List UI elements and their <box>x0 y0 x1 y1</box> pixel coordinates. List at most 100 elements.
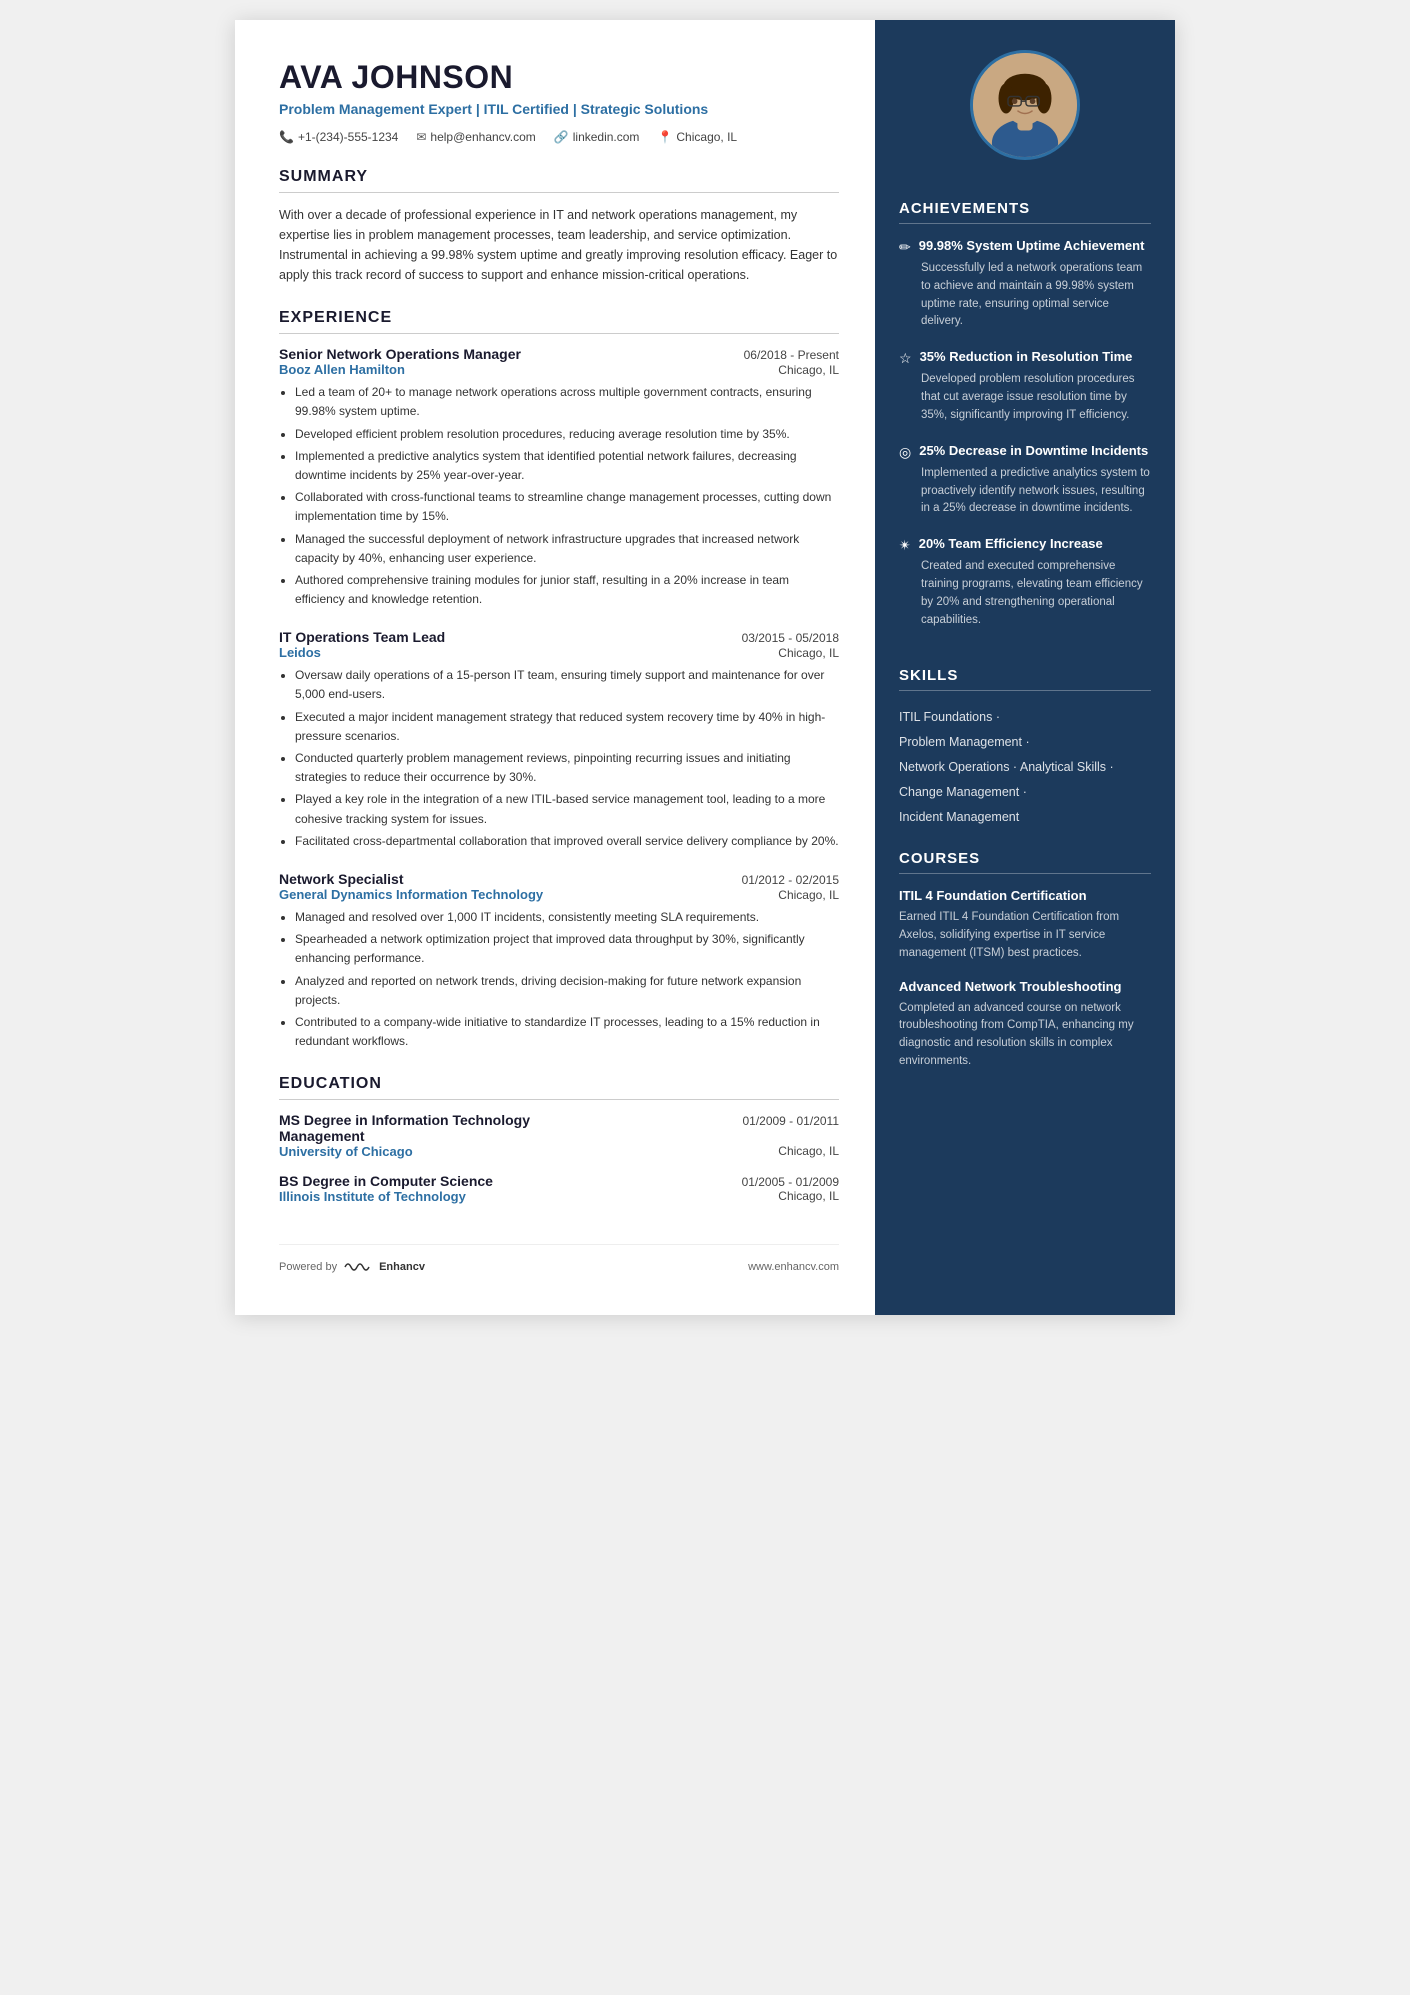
achievement-4: ✴ 20% Team Efficiency Increase Created a… <box>899 536 1151 629</box>
bullet: Contributed to a company-wide initiative… <box>295 1013 839 1051</box>
experience-divider <box>279 333 839 334</box>
job-item-1: Senior Network Operations Manager 06/201… <box>279 346 839 609</box>
avatar <box>970 50 1080 160</box>
job-company-2: Leidos <box>279 645 321 660</box>
job-date-1: 06/2018 - Present <box>744 348 839 362</box>
achievements-section: ACHIEVEMENTS ✏ 99.98% System Uptime Achi… <box>875 180 1175 647</box>
skill-item: Network Operations · Analytical Skills · <box>899 755 1151 780</box>
summary-divider <box>279 192 839 193</box>
edu-degree-2: BS Degree in Computer Science <box>279 1173 493 1189</box>
achievement-header-1: ✏ 99.98% System Uptime Achievement <box>899 238 1151 256</box>
edu-date-1: 01/2009 - 01/2011 <box>742 1114 839 1128</box>
bullet: Developed efficient problem resolution p… <box>295 425 839 444</box>
achievement-icon-3: ◎ <box>899 444 911 461</box>
bullet: Analyzed and reported on network trends,… <box>295 972 839 1010</box>
phone-text: +1-(234)-555-1234 <box>298 130 398 144</box>
job-location-1: Chicago, IL <box>778 363 839 377</box>
course-2: Advanced Network Troubleshooting Complet… <box>899 979 1151 1071</box>
phone-icon: 📞 <box>279 130 294 144</box>
job-title-2: IT Operations Team Lead <box>279 629 445 645</box>
bullet: Led a team of 20+ to manage network oper… <box>295 383 839 421</box>
job-company-row-1: Booz Allen Hamilton Chicago, IL <box>279 362 839 377</box>
skill-item: Incident Management <box>899 805 1151 830</box>
skill-item: ITIL Foundations · <box>899 705 1151 730</box>
phone-item: 📞 +1-(234)-555-1234 <box>279 130 398 144</box>
powered-by-text: Powered by <box>279 1261 337 1273</box>
job-title-1: Senior Network Operations Manager <box>279 346 521 362</box>
achievement-header-4: ✴ 20% Team Efficiency Increase <box>899 536 1151 554</box>
location-item: 📍 Chicago, IL <box>657 130 737 144</box>
candidate-name: AVA JOHNSON <box>279 60 839 95</box>
candidate-subtitle: Problem Management Expert | ITIL Certifi… <box>279 99 839 120</box>
course-title-2: Advanced Network Troubleshooting <box>899 979 1151 996</box>
achievements-title: ACHIEVEMENTS <box>899 200 1151 217</box>
job-date-2: 03/2015 - 05/2018 <box>742 631 839 645</box>
achievement-icon-1: ✏ <box>899 239 911 256</box>
brand-name: Enhancv <box>379 1261 425 1273</box>
skills-divider <box>899 690 1151 691</box>
job-item-2: IT Operations Team Lead 03/2015 - 05/201… <box>279 629 839 851</box>
job-header-3: Network Specialist 01/2012 - 02/2015 <box>279 871 839 887</box>
enhancv-logo-svg <box>343 1259 373 1275</box>
edu-school-1: University of Chicago <box>279 1144 413 1159</box>
bullet: Authored comprehensive training modules … <box>295 571 839 609</box>
job-company-1: Booz Allen Hamilton <box>279 362 405 377</box>
summary-section-title: SUMMARY <box>279 168 839 186</box>
experience-section-title: EXPERIENCE <box>279 309 839 327</box>
achievement-1: ✏ 99.98% System Uptime Achievement Succe… <box>899 238 1151 331</box>
job-bullets-3: Managed and resolved over 1,000 IT incid… <box>279 908 839 1051</box>
achievement-title-2: 35% Reduction in Resolution Time <box>920 349 1133 366</box>
bullet: Implemented a predictive analytics syste… <box>295 447 839 485</box>
bullet: Managed the successful deployment of net… <box>295 530 839 568</box>
footer-website: www.enhancv.com <box>748 1261 839 1273</box>
course-desc-1: Earned ITIL 4 Foundation Certification f… <box>899 909 1151 962</box>
bullet: Oversaw daily operations of a 15-person … <box>295 666 839 704</box>
job-title-3: Network Specialist <box>279 871 404 887</box>
email-icon: ✉ <box>416 130 426 144</box>
bullet: Facilitated cross-departmental collabora… <box>295 832 839 851</box>
job-bullets-2: Oversaw daily operations of a 15-person … <box>279 666 839 851</box>
job-bullets-1: Led a team of 20+ to manage network oper… <box>279 383 839 609</box>
left-column: AVA JOHNSON Problem Management Expert | … <box>235 20 875 1315</box>
achievement-desc-2: Developed problem resolution procedures … <box>921 371 1151 424</box>
achievement-2: ☆ 35% Reduction in Resolution Time Devel… <box>899 349 1151 424</box>
course-title-1: ITIL 4 Foundation Certification <box>899 888 1151 905</box>
location-icon: 📍 <box>657 130 672 144</box>
achievement-icon-4: ✴ <box>899 537 911 554</box>
achievement-header-2: ☆ 35% Reduction in Resolution Time <box>899 349 1151 367</box>
courses-divider <box>899 873 1151 874</box>
bullet: Executed a major incident management str… <box>295 708 839 746</box>
skills-list: ITIL Foundations · Problem Management · … <box>899 705 1151 830</box>
achievement-3: ◎ 25% Decrease in Downtime Incidents Imp… <box>899 443 1151 518</box>
bullet: Conducted quarterly problem management r… <box>295 749 839 787</box>
courses-section: COURSES ITIL 4 Foundation Certification … <box>875 830 1175 1086</box>
job-company-3: General Dynamics Information Technology <box>279 887 543 902</box>
email-item: ✉ help@enhancv.com <box>416 130 535 144</box>
edu-degree-1: MS Degree in Information Technology Mana… <box>279 1112 587 1144</box>
skills-section: SKILLS ITIL Foundations · Problem Manage… <box>875 647 1175 830</box>
bullet: Managed and resolved over 1,000 IT incid… <box>295 908 839 927</box>
edu-item-1: MS Degree in Information Technology Mana… <box>279 1112 839 1159</box>
job-location-2: Chicago, IL <box>778 646 839 660</box>
job-item-3: Network Specialist 01/2012 - 02/2015 Gen… <box>279 871 839 1051</box>
achievement-desc-3: Implemented a predictive analytics syste… <box>921 465 1151 518</box>
footer: Powered by Enhancv www.enhancv.com <box>279 1244 839 1275</box>
linkedin-item: 🔗 linkedin.com <box>554 130 640 144</box>
education-divider <box>279 1099 839 1100</box>
achievement-title-3: 25% Decrease in Downtime Incidents <box>919 443 1148 460</box>
name-section: AVA JOHNSON Problem Management Expert | … <box>279 60 839 144</box>
edu-item-2: BS Degree in Computer Science 01/2005 - … <box>279 1173 839 1204</box>
footer-logo: Powered by Enhancv <box>279 1259 425 1275</box>
job-location-3: Chicago, IL <box>778 888 839 902</box>
achievement-title-1: 99.98% System Uptime Achievement <box>919 238 1145 255</box>
job-header-2: IT Operations Team Lead 03/2015 - 05/201… <box>279 629 839 645</box>
edu-date-2: 01/2005 - 01/2009 <box>742 1175 839 1189</box>
linkedin-icon: 🔗 <box>554 130 569 144</box>
summary-text: With over a decade of professional exper… <box>279 205 839 285</box>
education-section-title: EDUCATION <box>279 1075 839 1093</box>
right-column: ACHIEVEMENTS ✏ 99.98% System Uptime Achi… <box>875 20 1175 1315</box>
linkedin-text: linkedin.com <box>573 130 640 144</box>
skill-item: Change Management · <box>899 780 1151 805</box>
achievement-header-3: ◎ 25% Decrease in Downtime Incidents <box>899 443 1151 461</box>
skill-item: Problem Management · <box>899 730 1151 755</box>
